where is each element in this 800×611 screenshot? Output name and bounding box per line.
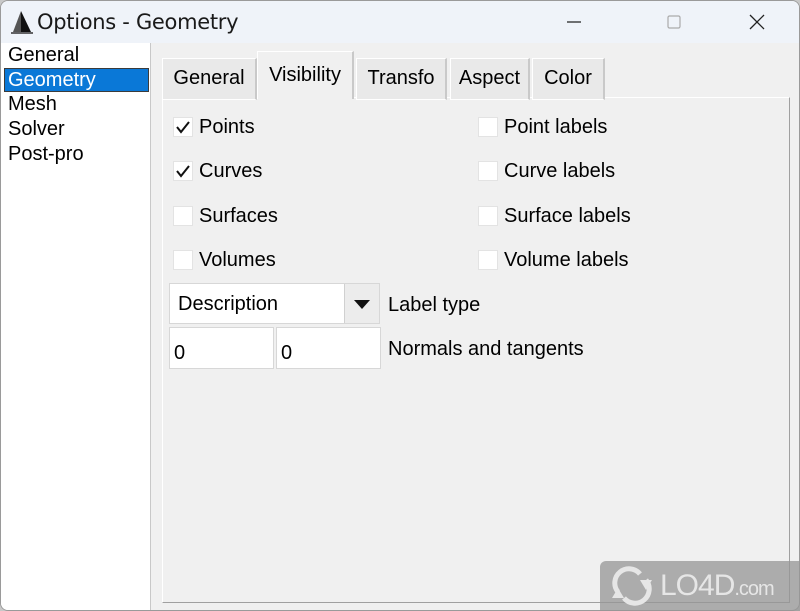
watermark-brand: LO4D (660, 569, 735, 602)
maximize-button[interactable] (651, 1, 697, 43)
watermark-suffix: .com (734, 578, 774, 600)
maximize-icon (667, 15, 681, 29)
volumes-label: Volumes (199, 248, 276, 271)
checkmark-icon (176, 165, 190, 178)
close-icon (749, 14, 765, 30)
tab-visibility[interactable]: Visibility (257, 51, 354, 99)
curve-labels-label: Curve labels (504, 159, 616, 182)
surfaces-checkbox[interactable] (173, 206, 193, 226)
label-type-dropdown[interactable]: Description (169, 283, 380, 324)
title-bar[interactable]: Options - Geometry (1, 1, 799, 43)
surface-labels-checkbox-row[interactable]: Surface labels (478, 203, 631, 229)
window-title: Options - Geometry (37, 10, 239, 34)
curve-labels-checkbox[interactable] (478, 161, 498, 181)
dropdown-button[interactable] (344, 284, 379, 323)
point-labels-label: Point labels (504, 115, 608, 138)
tab-color[interactable]: Color (532, 58, 605, 100)
minimize-icon (567, 21, 581, 23)
surface-labels-checkbox[interactable] (478, 206, 498, 226)
curves-checkbox-row[interactable]: Curves (173, 158, 262, 184)
caret-down-icon (354, 299, 370, 309)
volume-labels-label: Volume labels (504, 248, 629, 271)
label-type-label: Label type (388, 294, 481, 316)
curve-labels-checkbox-row[interactable]: Curve labels (478, 158, 615, 184)
tab-aspect[interactable]: Aspect (450, 58, 530, 100)
points-label: Points (199, 115, 255, 138)
tab-general[interactable]: General (162, 58, 257, 100)
point-labels-checkbox-row[interactable]: Point labels (478, 114, 607, 140)
checkmark-icon (176, 121, 190, 134)
sidebar-item-general[interactable]: General (1, 43, 149, 68)
normals-tangents-label: Normals and tangents (388, 338, 584, 360)
gmsh-logo-icon (11, 11, 33, 34)
points-checkbox-row[interactable]: Points (173, 114, 255, 140)
volume-labels-checkbox-row[interactable]: Volume labels (478, 247, 629, 273)
watermark-text: LO4D.com (660, 569, 775, 603)
volume-labels-checkbox[interactable] (478, 250, 498, 270)
refresh-arrows-icon (612, 566, 652, 606)
point-labels-checkbox[interactable] (478, 117, 498, 137)
curves-label: Curves (199, 159, 263, 182)
points-checkbox[interactable] (173, 117, 193, 137)
options-window: Options - Geometry General Geometry Mesh… (0, 0, 800, 611)
sidebar-item-geometry[interactable]: Geometry (4, 68, 149, 92)
sidebar-item-solver[interactable]: Solver (1, 117, 149, 142)
watermark: LO4D.com (600, 561, 800, 611)
volumes-checkbox[interactable] (173, 250, 193, 270)
label-type-value: Description (178, 293, 279, 315)
normals-input[interactable] (169, 327, 274, 369)
minimize-button[interactable] (551, 1, 597, 43)
curves-checkbox[interactable] (173, 161, 193, 181)
category-list: General Geometry Mesh Solver Post-pro (1, 43, 151, 610)
tangents-input[interactable] (276, 327, 381, 369)
surfaces-label: Surfaces (199, 204, 278, 227)
close-button[interactable] (734, 1, 780, 43)
volumes-checkbox-row[interactable]: Volumes (173, 247, 276, 273)
surfaces-checkbox-row[interactable]: Surfaces (173, 203, 278, 229)
sidebar-item-post-pro[interactable]: Post-pro (1, 142, 149, 167)
surface-labels-label: Surface labels (504, 204, 631, 227)
tab-transfo[interactable]: Transfo (356, 58, 447, 100)
sidebar-item-mesh[interactable]: Mesh (1, 92, 149, 117)
